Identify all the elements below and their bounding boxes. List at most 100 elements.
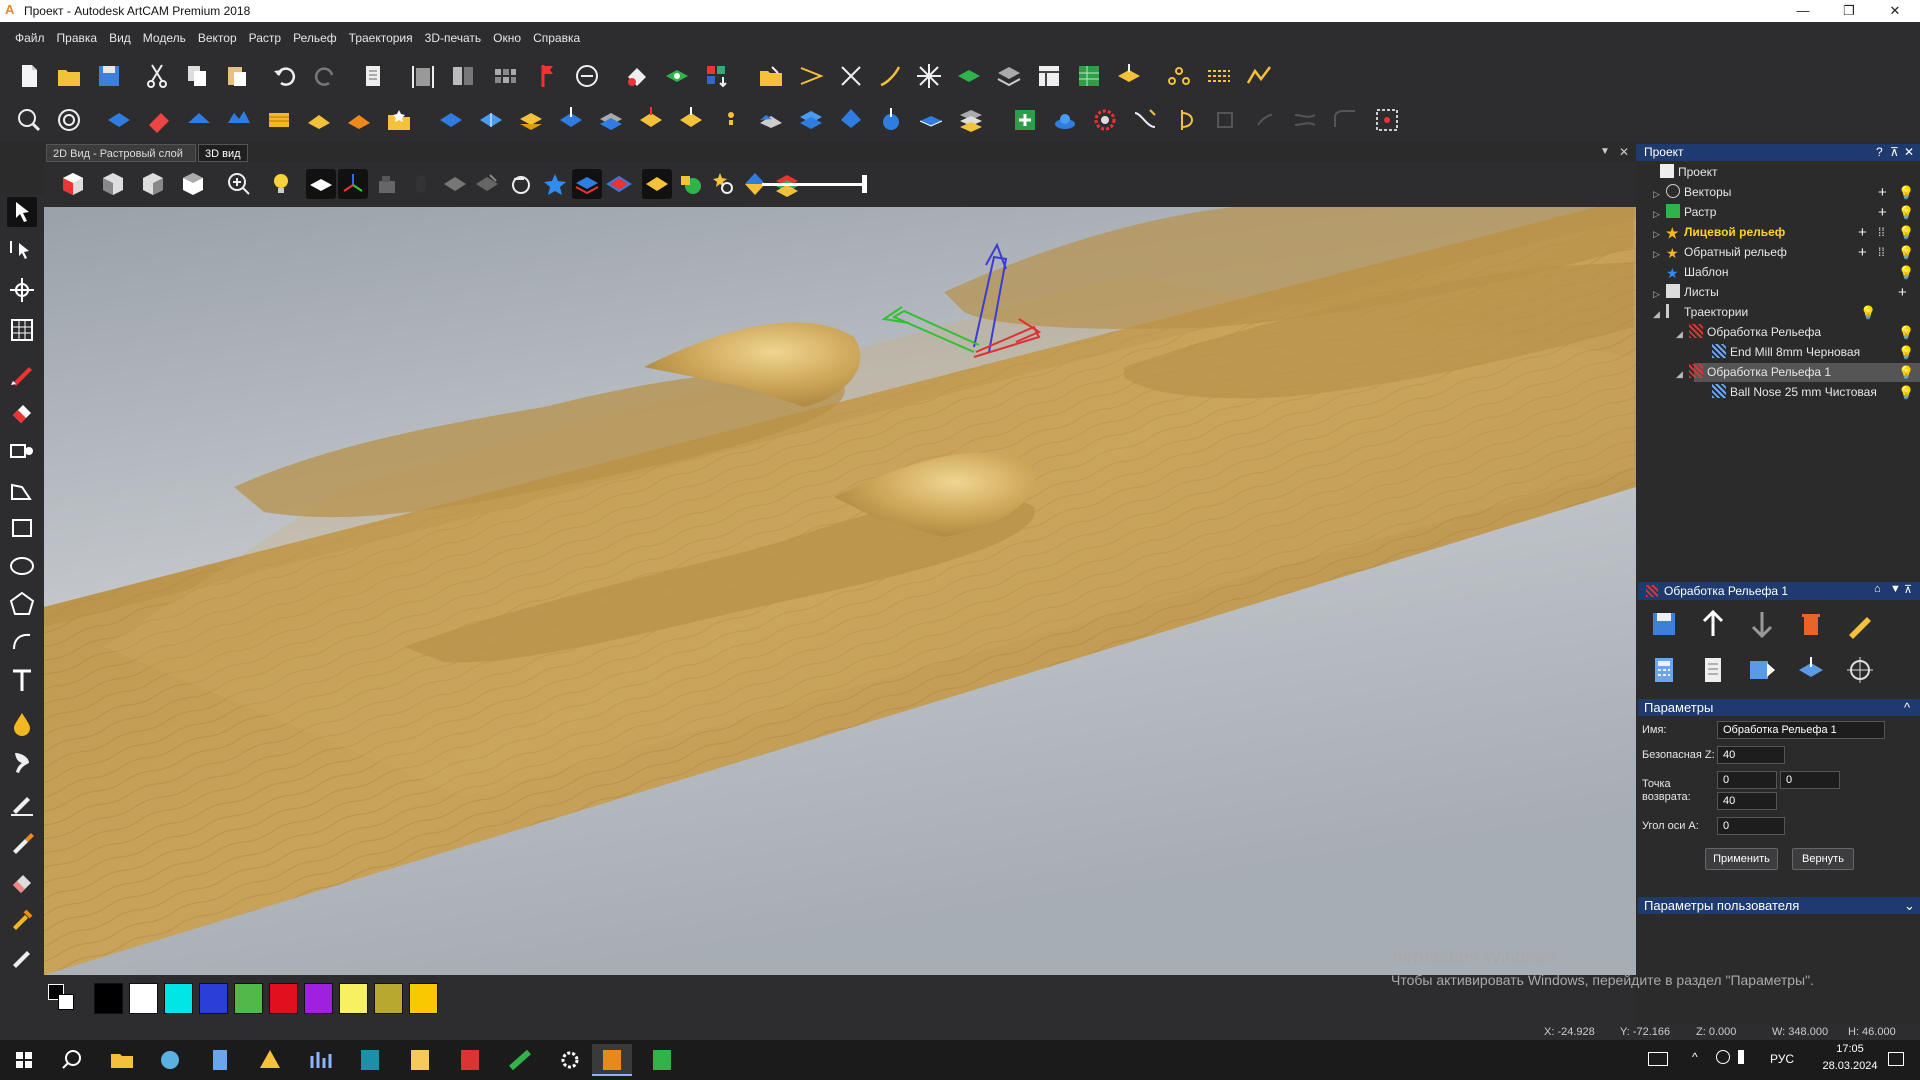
eraser-red-icon[interactable]: [7, 397, 37, 427]
star-burst-icon[interactable]: [914, 61, 944, 91]
vector-arrow-icon[interactable]: [796, 61, 826, 91]
taskbar-app-hazard-icon[interactable]: [250, 1044, 290, 1076]
tree-item-relief-machining-1[interactable]: Обработка Рельефа 1: [1689, 363, 1831, 381]
edit-pencil-icon[interactable]: [1843, 607, 1877, 641]
relief-stack-blue-icon[interactable]: [796, 105, 826, 135]
green-shapes-icon[interactable]: [676, 169, 706, 199]
cut-icon[interactable]: [142, 61, 172, 91]
shade-grey-1-icon[interactable]: [440, 169, 470, 199]
move-up-icon[interactable]: [1696, 607, 1730, 641]
spreadsheet-icon[interactable]: [1074, 61, 1104, 91]
add-icon[interactable]: +: [1858, 245, 1867, 260]
visibility-bulb-icon[interactable]: 💡: [1898, 225, 1914, 241]
file-explorer-icon[interactable]: [102, 1044, 142, 1076]
tree-item-bitmap[interactable]: Растр: [1666, 203, 1716, 221]
texture-icon[interactable]: [264, 105, 294, 135]
add-icon[interactable]: +: [1858, 225, 1867, 240]
paste-icon[interactable]: [222, 61, 252, 91]
add-icon[interactable]: +: [1878, 205, 1887, 220]
paint-brush-icon[interactable]: [7, 941, 37, 971]
move-down-icon[interactable]: [1745, 607, 1779, 641]
network-globe-icon[interactable]: [1716, 1050, 1730, 1064]
color-blocks-icon[interactable]: [702, 61, 732, 91]
grid-layout-icon[interactable]: [490, 61, 520, 91]
tab-2d-view[interactable]: 2D Вид - Растровый слой: [46, 144, 196, 162]
shape-scale-icon[interactable]: [7, 435, 37, 465]
expand-sheets-icon[interactable]: ▷: [1653, 289, 1663, 299]
keyboard-icon[interactable]: [1648, 1052, 1668, 1066]
delete-icon[interactable]: [1794, 607, 1828, 641]
palette-swatch-white[interactable]: [129, 983, 158, 1014]
new-file-icon[interactable]: [14, 61, 44, 91]
menu-bitmap[interactable]: Растр: [243, 22, 287, 54]
relief-split-icon[interactable]: [756, 105, 786, 135]
collapse-relief-machining-icon[interactable]: ◢: [1676, 329, 1686, 339]
material-plane-icon[interactable]: [306, 169, 336, 199]
menu-edit[interactable]: Правка: [51, 22, 104, 54]
visibility-bulb-icon[interactable]: 💡: [1898, 245, 1914, 261]
apply-button[interactable]: Применить: [1705, 848, 1778, 870]
pen-red-icon[interactable]: [7, 359, 37, 389]
palette-swatch-black[interactable]: [94, 983, 123, 1014]
tree-item-front-relief[interactable]: ★ Лицевой рельеф: [1666, 223, 1785, 241]
star-search-icon[interactable]: [708, 169, 738, 199]
safe-z-input[interactable]: 40: [1717, 746, 1785, 764]
menu-help[interactable]: Справка: [527, 22, 586, 54]
a-axis-input[interactable]: 0: [1717, 817, 1785, 835]
target-frame-icon[interactable]: [1372, 105, 1402, 135]
rotate-toolpath-icon[interactable]: [1843, 653, 1877, 687]
calculator-app-icon[interactable]: [200, 1044, 240, 1076]
zoom-slider-handle[interactable]: [862, 175, 867, 193]
clock-date[interactable]: 28.03.2024: [1820, 1060, 1880, 1072]
zoom-in-icon[interactable]: [224, 169, 254, 199]
relief-flat-icon[interactable]: [916, 105, 946, 135]
3d-relief-model[interactable]: [44, 207, 1636, 975]
notifications-icon[interactable]: [1888, 1052, 1904, 1066]
relief-diamond-icon[interactable]: [836, 105, 866, 135]
smudge-icon[interactable]: [7, 747, 37, 777]
palette-swatch-light-yellow[interactable]: [339, 983, 368, 1014]
visibility-bulb-icon[interactable]: 💡: [1898, 385, 1914, 401]
add-icon[interactable]: +: [1898, 285, 1907, 300]
settings-gear-icon[interactable]: [550, 1044, 590, 1076]
relief-blue-5-icon[interactable]: [476, 105, 506, 135]
taskbar-app-green-icon[interactable]: [500, 1044, 540, 1076]
relief-globe-icon[interactable]: [876, 105, 906, 135]
sculpt-pen-icon[interactable]: [7, 789, 37, 819]
relief-yellow-2-icon[interactable]: [304, 105, 334, 135]
select-arrow-icon[interactable]: [7, 197, 37, 227]
menu-file[interactable]: Файл: [9, 22, 51, 54]
tree-item-ball-nose[interactable]: Ball Nose 25 mm Чистовая: [1712, 383, 1877, 401]
eraser-relief-icon[interactable]: [144, 105, 174, 135]
polygon-icon[interactable]: [7, 589, 37, 619]
mirror-icon[interactable]: [448, 61, 478, 91]
ellipse-icon[interactable]: [7, 551, 37, 581]
measure-icon[interactable]: [572, 61, 602, 91]
tree-item-relief-machining[interactable]: Обработка Рельефа: [1689, 323, 1821, 341]
spin-icon[interactable]: [1170, 105, 1200, 135]
visibility-bulb-icon[interactable]: 💡: [1898, 365, 1914, 381]
artcam-taskbar-icon[interactable]: [592, 1044, 632, 1076]
green-layer-icon[interactable]: [662, 61, 692, 91]
view-cube-iso-icon[interactable]: [178, 169, 208, 199]
taskbar-app-p-icon[interactable]: [400, 1044, 440, 1076]
star-blue-icon[interactable]: [540, 169, 570, 199]
star-folder-icon[interactable]: [384, 105, 414, 135]
save-toolpath-icon[interactable]: [1647, 607, 1681, 641]
grid-icon[interactable]: ⁞⁞: [1878, 225, 1885, 239]
nodes-icon[interactable]: [1164, 61, 1194, 91]
relief-blue-3-icon[interactable]: [224, 105, 254, 135]
palette-swatch-blue[interactable]: [199, 983, 228, 1014]
menu-toolpath[interactable]: Траектория: [343, 22, 419, 54]
arc-icon[interactable]: [7, 627, 37, 657]
tree-item-back-relief[interactable]: ★ Обратный рельеф: [1666, 243, 1787, 261]
camera-block-icon[interactable]: [372, 169, 402, 199]
view-cube-side-icon[interactable]: [138, 169, 168, 199]
taskbar-app-green-2-icon[interactable]: [642, 1044, 682, 1076]
palette-swatch-red[interactable]: [269, 983, 298, 1014]
panel-collapse-icon[interactable]: ⊼: [1904, 583, 1912, 596]
layer-green-icon[interactable]: [954, 61, 984, 91]
brush-orange-icon[interactable]: [7, 827, 37, 857]
tree-item-toolpaths[interactable]: Траектории: [1666, 303, 1748, 321]
relief-dome-icon[interactable]: [1050, 105, 1080, 135]
